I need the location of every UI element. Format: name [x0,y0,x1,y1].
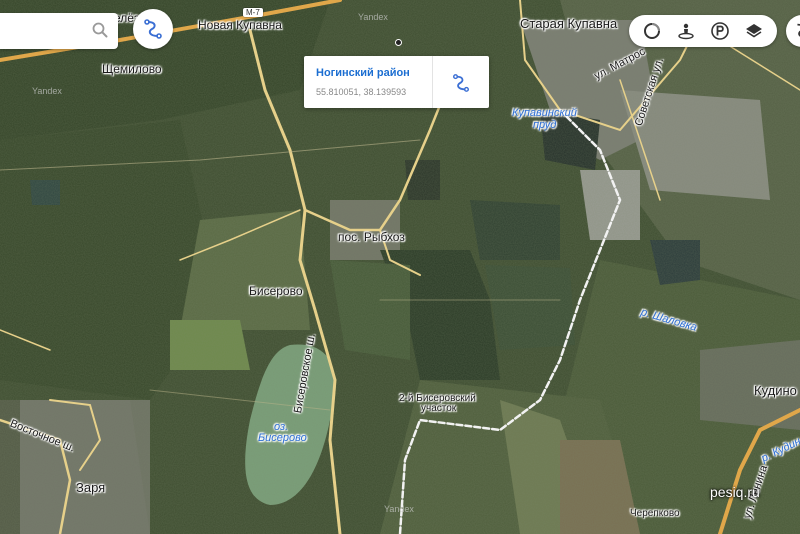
panorama-icon [678,23,694,40]
parking-icon [711,22,729,40]
map-controls-bar [629,15,777,47]
route-icon [797,23,800,37]
popup-coordinates: 55.810051, 38.139593 [316,87,407,97]
search-input[interactable] [0,13,96,49]
traffic-button[interactable] [639,18,665,44]
location-pin[interactable] [395,39,402,46]
label-zarya: Заря [76,480,106,495]
label-ryb: пос. Рыбхоз [338,230,405,244]
route-icon [144,19,162,39]
search-box[interactable] [0,13,118,49]
label-cherepkovo: Черепково [630,508,680,519]
layers-icon [746,24,762,38]
yandex-watermark-top: Yandex [358,12,388,22]
yandex-watermark-bottom: Yandex [384,504,414,514]
label-staraya-kupavna: Старая Купавна [520,16,618,31]
panorama-button[interactable] [673,18,699,44]
layers-button[interactable] [741,18,767,44]
label-novaya-kupavna: Новая Купавна [198,18,282,32]
label-lake-line2: Бисерово [258,432,307,444]
label-shchemilovo: Щемилово [102,62,162,76]
label-kupavinsky-pond-2: пруд [533,119,557,131]
label-kudino: Кудино [754,383,797,398]
m7-highway-shield: М-7 [243,8,263,17]
label-biserovsky-uchastok-2: участок [421,403,457,414]
popup-title[interactable]: Ногинский район [316,67,410,79]
popup-divider [432,56,433,108]
search-icon[interactable] [92,22,108,38]
popup-route-button[interactable] [448,70,474,96]
parking-button[interactable] [707,18,733,44]
yandex-watermark-left: Yandex [32,86,62,96]
site-watermark: pesiq.ru [710,484,760,500]
traffic-icon [644,23,660,39]
route-icon [453,74,469,92]
label-kupavinsky-pond-1: Купавинский [512,107,577,119]
label-biserovo: Бисерово [249,284,303,298]
route-button[interactable] [133,9,173,49]
location-popup[interactable]: Ногинский район 55.810051, 38.139593 [304,56,489,108]
